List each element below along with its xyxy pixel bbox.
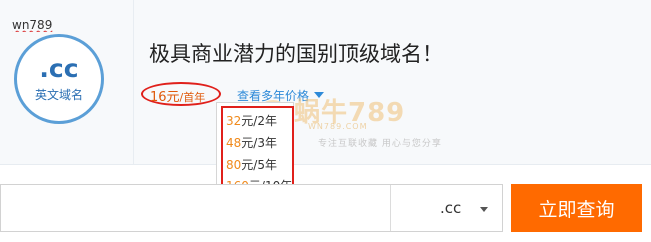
price-option-suffix: 元/2年 — [241, 114, 277, 128]
tld-logo-text: .cc — [39, 54, 79, 83]
chevron-down-icon — [480, 207, 488, 212]
price-option-suffix: 元/3年 — [241, 136, 277, 150]
first-year-price-value: 16元 — [150, 90, 180, 105]
price-option-value: 48 — [226, 136, 242, 150]
price-option-value: 80 — [226, 158, 242, 172]
view-multi-year-price-label: 查看多年价格 — [237, 89, 310, 103]
tld-logo-label: 英文域名 — [34, 88, 83, 102]
first-year-price-unit: /首年 — [179, 91, 206, 104]
tld-select[interactable]: .cc — [391, 185, 502, 231]
search-button[interactable]: 立即查询 — [511, 184, 642, 232]
domain-search-input[interactable] — [10, 14, 384, 36]
caret-down-icon — [314, 92, 325, 98]
price-option-suffix: 元/5年 — [241, 158, 277, 172]
page-headline: 极具商业潜力的国别顶级域名！ — [149, 42, 443, 66]
first-year-price: 16元/首年 — [150, 86, 205, 105]
price-option-value: 32 — [226, 114, 242, 128]
tld-logo: .cc 英文域名 — [14, 34, 104, 124]
price-option-2y[interactable]: 32元/2年 — [226, 112, 277, 129]
price-option-3y[interactable]: 48元/3年 — [226, 134, 277, 151]
tld-select-value: .cc — [440, 199, 462, 217]
price-option-5y[interactable]: 80元/5年 — [226, 156, 277, 173]
